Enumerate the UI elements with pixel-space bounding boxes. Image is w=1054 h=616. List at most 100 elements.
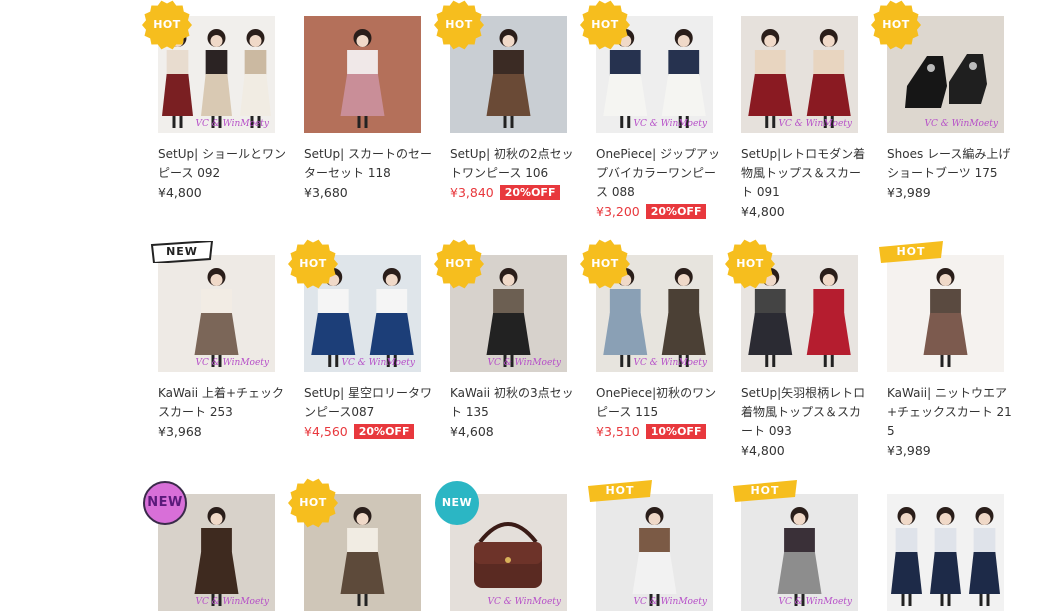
product-name[interactable]: OnePiece|初秋のワンピース 115 [596,384,726,422]
image-watermark: VC & WinMoety [195,597,269,607]
discount-badge: 10%OFF [645,424,707,439]
product-image[interactable] [304,16,421,133]
product-image[interactable] [887,494,1004,611]
badge-label: HOT [896,245,926,258]
product-image[interactable]: VC & WinMoety [741,16,858,133]
product-image[interactable]: VC & WinMoety [596,494,713,611]
image-watermark: VC & WinMoety [195,119,269,129]
product-price: ¥3,510 [596,424,640,439]
product-info: KaWaii| ニットウエア+チェックスカート 215 ¥3,989 [887,384,1017,460]
badge-label: HOT [882,18,910,31]
product-name[interactable]: SetUp|レトロモダン着物風トップス＆スカート 091 [741,145,871,202]
product-price: ¥3,968 [158,424,202,439]
image-watermark: VC & WinMoety [778,597,852,607]
hot-badge: HOT [725,239,775,289]
hot-badge: HOT [142,0,192,50]
badge-label: NEW [147,495,183,510]
new-badge: NEW [434,480,480,526]
price-row: ¥4,560 20%OFF [304,422,434,441]
product-price: ¥4,608 [450,424,494,439]
product-name[interactable]: Shoes レース編み上げショートブーツ 175 [887,145,1017,183]
image-watermark: VC & WinMoety [633,119,707,129]
hot-badge: HOT [434,0,484,50]
product-price: ¥3,200 [596,204,640,219]
product-price: ¥4,560 [304,424,348,439]
badge-label: NEW [441,496,473,509]
product-info: SetUp| 初秋の2点セットワンピース 106 ¥3,840 20%OFF [450,145,580,202]
image-watermark: VC & WinMoety [341,358,415,368]
price-row: ¥3,989 [887,183,1017,202]
badge-label: HOT [605,484,635,497]
product-price: ¥4,800 [741,204,785,219]
badge-label: HOT [299,257,327,270]
image-watermark: VC & WinMoety [924,119,998,129]
discount-badge: 20%OFF [499,185,561,200]
product-info: OnePiece|初秋のワンピース 115 ¥3,510 10%OFF [596,384,726,441]
product-info: SetUp| ショールとワンピース 092 ¥4,800 [158,145,288,202]
product-name[interactable]: KaWaii| ニットウエア+チェックスカート 215 [887,384,1017,441]
hot-badge: HOT [288,239,338,289]
discount-badge: 20%OFF [645,204,707,219]
price-row: ¥3,840 20%OFF [450,183,580,202]
product-price: ¥4,800 [741,443,785,458]
badge-label: HOT [736,257,764,270]
product-info: SetUp| スカートのセーターセット 118 ¥3,680 [304,145,434,202]
product-info: SetUp| 星空ロリータワンピース087 ¥4,560 20%OFF [304,384,434,441]
product-price: ¥3,840 [450,185,494,200]
product-grid: VC & WinMoety HOT SetUp| ショールとワンピース 092 ¥4,… [0,0,1054,616]
product-info: KaWaii 初秋の3点セット 135 ¥4,608 [450,384,580,441]
product-info: SetUp|矢羽根柄レトロ着物風トップス＆スカート 093 ¥4,800 [741,384,871,460]
price-row: ¥3,510 10%OFF [596,422,726,441]
product-name[interactable]: SetUp|矢羽根柄レトロ着物風トップス＆スカート 093 [741,384,871,441]
badge-label: NEW [166,245,198,258]
hot-badge: HOT [580,239,630,289]
price-row: ¥3,989 [887,441,1017,460]
price-row: ¥3,968 [158,422,288,441]
product-info: Shoes レース編み上げショートブーツ 175 ¥3,989 [887,145,1017,202]
image-watermark: VC & WinMoety [633,597,707,607]
product-name[interactable]: SetUp| スカートのセーターセット 118 [304,145,434,183]
product-info: OnePiece| ジップアップバイカラーワンピース 088 ¥3,200 20%O… [596,145,726,221]
image-watermark: VC & WinMoety [487,597,561,607]
product-name[interactable]: SetUp| 初秋の2点セットワンピース 106 [450,145,580,183]
badge-label: HOT [750,484,780,497]
price-row: ¥4,608 [450,422,580,441]
hot-badge: HOT [580,0,630,50]
product-name[interactable]: KaWaii 初秋の3点セット 135 [450,384,580,422]
product-price: ¥3,989 [887,443,931,458]
new-badge: NEW [150,241,214,263]
product-name[interactable]: SetUp| ショールとワンピース 092 [158,145,288,183]
product-price: ¥3,680 [304,185,348,200]
product-info: KaWaii 上着+チェックスカート 253 ¥3,968 [158,384,288,441]
image-watermark: VC & WinMoety [633,358,707,368]
image-watermark: VC & WinMoety [195,358,269,368]
badge-label: HOT [445,257,473,270]
product-name[interactable]: SetUp| 星空ロリータワンピース087 [304,384,434,422]
badge-label: HOT [591,257,619,270]
badge-label: HOT [153,18,181,31]
image-watermark: VC & WinMoety [778,119,852,129]
product-name[interactable]: KaWaii 上着+チェックスカート 253 [158,384,288,422]
product-image[interactable]: VC & WinMoety [158,255,275,372]
badge-label: HOT [299,496,327,509]
product-image[interactable] [887,255,1004,372]
hot-badge: HOT [588,480,652,502]
hot-badge: HOT [871,0,921,50]
hot-badge: HOT [434,239,484,289]
product-info: SetUp|レトロモダン着物風トップス＆スカート 091 ¥4,800 [741,145,871,221]
hot-badge: HOT [879,241,943,263]
product-price: ¥4,800 [158,185,202,200]
new-badge: NEW [142,480,188,526]
product-name[interactable]: OnePiece| ジップアップバイカラーワンピース 088 [596,145,726,202]
price-row: ¥4,800 [741,202,871,221]
product-image[interactable]: VC & WinMoety [741,494,858,611]
price-row: ¥3,680 [304,183,434,202]
discount-badge: 20%OFF [353,424,415,439]
product-price: ¥3,989 [887,185,931,200]
price-row: ¥3,200 20%OFF [596,202,726,221]
price-row: ¥4,800 [741,441,871,460]
hot-badge: HOT [288,478,338,528]
badge-label: HOT [445,18,473,31]
image-watermark: VC & WinMoety [487,358,561,368]
badge-label: HOT [591,18,619,31]
